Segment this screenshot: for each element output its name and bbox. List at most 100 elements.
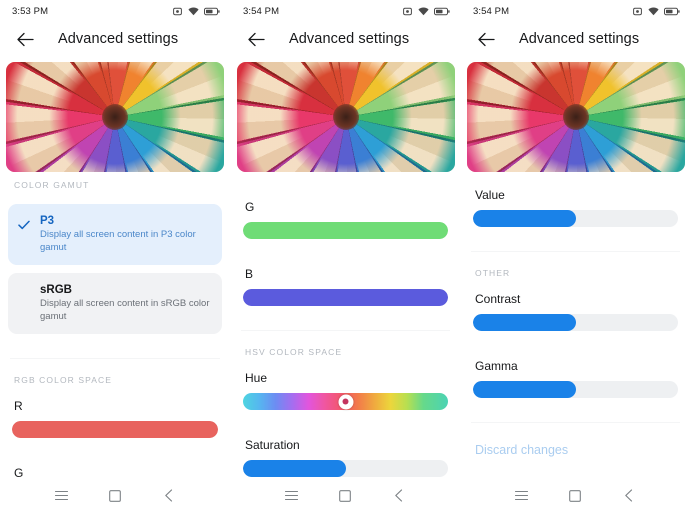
slider-label-saturation: Saturation	[245, 438, 300, 452]
system-nav-bar-1	[0, 480, 230, 511]
slider-label-b: B	[245, 267, 254, 281]
app-bar: Advanced settings	[231, 22, 460, 56]
arrow-left-icon	[247, 32, 265, 46]
slider-track-b[interactable]	[243, 289, 448, 306]
status-bar: 3:54 PM	[231, 0, 460, 22]
back-nav-button[interactable]	[14, 28, 36, 50]
back-nav-button[interactable]	[245, 28, 267, 50]
status-icons	[172, 7, 220, 16]
vibrate-icon	[173, 7, 182, 15]
square-icon	[109, 489, 121, 502]
chevron-left-icon	[395, 489, 403, 502]
gamut-option-p3-title: P3	[40, 215, 55, 227]
gamut-option-p3[interactable]: P3 Display all screen content in P3 colo…	[8, 204, 222, 265]
discard-changes-button[interactable]: Discard changes	[461, 443, 690, 457]
square-icon	[569, 489, 582, 502]
wifi-icon	[648, 7, 659, 15]
status-icons	[402, 7, 450, 16]
slider-label-r: R	[14, 399, 23, 413]
pencil-hub	[563, 104, 589, 130]
preview-image	[467, 62, 685, 172]
square-icon	[339, 489, 352, 502]
wifi-icon	[418, 7, 429, 15]
app-bar: Advanced settings	[461, 22, 690, 56]
slider-thumb-hue[interactable]	[338, 394, 353, 409]
vibrate-icon	[633, 7, 642, 15]
page-title: Advanced settings	[289, 31, 410, 47]
gamut-option-p3-subtitle: Display all screen content in P3 color g…	[40, 229, 196, 253]
status-bar: 3:53 PM	[0, 0, 230, 22]
slider-track-g[interactable]	[243, 222, 448, 239]
chevron-left-icon	[625, 489, 633, 502]
screenshot-triptych: 3:53 PM Advanced settings COLOR GAMUT P3…	[0, 0, 690, 511]
settings-list-1[interactable]: COLOR GAMUT P3 Display all screen conten…	[0, 180, 230, 480]
section-header-rgb-color-space: RGB COLOR SPACE	[14, 375, 113, 385]
section-header-other: OTHER	[475, 268, 511, 278]
home-button[interactable]	[102, 483, 128, 509]
slider-track-gamma[interactable]	[473, 381, 678, 398]
pencil-hub	[333, 104, 359, 130]
battery-icon	[664, 7, 680, 15]
gamut-option-srgb[interactable]: sRGB Display all screen content in sRGB …	[8, 273, 222, 334]
settings-list-3[interactable]: Value OTHER Contrast Gamma Discard chang…	[461, 180, 690, 480]
system-nav-bar-3	[461, 480, 690, 511]
slider-track-contrast[interactable]	[473, 314, 678, 331]
slider-label-value: Value	[475, 188, 505, 202]
settings-list-2[interactable]: G B HSV COLOR SPACE Hue Saturation	[231, 180, 460, 480]
status-clock: 3:54 PM	[473, 5, 510, 17]
menu-icon	[54, 490, 68, 501]
gamut-option-srgb-subtitle: Display all screen content in sRGB color…	[40, 298, 210, 322]
pencil-hub	[102, 104, 128, 130]
app-bar: Advanced settings	[0, 22, 230, 56]
slider-fill-contrast	[473, 314, 576, 331]
back-button[interactable]	[386, 483, 412, 509]
chevron-left-icon	[165, 489, 173, 502]
status-clock: 3:54 PM	[243, 5, 280, 17]
arrow-left-icon	[16, 32, 34, 46]
battery-icon	[204, 7, 220, 15]
gamut-option-srgb-title: sRGB	[40, 284, 72, 296]
slider-label-hue: Hue	[245, 371, 268, 385]
vibrate-icon	[403, 7, 412, 15]
slider-label-g: G	[245, 200, 255, 214]
back-button[interactable]	[616, 483, 642, 509]
preview-image	[237, 62, 455, 172]
check-icon	[18, 217, 30, 235]
slider-fill-gamma	[473, 381, 576, 398]
phone-screen-3: 3:54 PM Advanced settings Value OTHER Co…	[460, 0, 690, 511]
section-header-hsv-color-space: HSV COLOR SPACE	[245, 347, 343, 357]
section-header-color-gamut: COLOR GAMUT	[14, 180, 90, 190]
arrow-left-icon	[477, 32, 495, 46]
phone-screen-2: 3:54 PM Advanced settings G B HSV COLOR …	[230, 0, 460, 511]
home-button[interactable]	[562, 483, 588, 509]
menu-icon	[515, 490, 529, 501]
page-title: Advanced settings	[58, 31, 179, 47]
slider-fill-g	[243, 222, 448, 239]
slider-label-gamma: Gamma	[475, 359, 518, 373]
back-button[interactable]	[156, 483, 182, 509]
slider-fill-r	[12, 421, 218, 438]
status-clock: 3:53 PM	[12, 5, 49, 17]
slider-fill-saturation	[243, 460, 346, 477]
slider-track-r[interactable]	[12, 421, 218, 438]
slider-track-value[interactable]	[473, 210, 678, 227]
slider-track-saturation[interactable]	[243, 460, 448, 477]
slider-fill-value	[473, 210, 576, 227]
status-icons	[632, 7, 680, 16]
slider-fill-b	[243, 289, 448, 306]
slider-label-contrast: Contrast	[475, 292, 521, 306]
wifi-icon	[188, 7, 199, 15]
recents-button[interactable]	[48, 483, 74, 509]
phone-screen-1: 3:53 PM Advanced settings COLOR GAMUT P3…	[0, 0, 230, 511]
home-button[interactable]	[332, 483, 358, 509]
preview-image	[6, 62, 224, 172]
slider-label-g: G	[14, 466, 24, 480]
menu-icon	[285, 490, 299, 501]
recents-button[interactable]	[509, 483, 535, 509]
recents-button[interactable]	[279, 483, 305, 509]
battery-icon	[434, 7, 450, 15]
status-bar: 3:54 PM	[461, 0, 690, 22]
system-nav-bar-2	[231, 480, 460, 511]
back-nav-button[interactable]	[475, 28, 497, 50]
slider-track-hue[interactable]	[243, 393, 448, 410]
